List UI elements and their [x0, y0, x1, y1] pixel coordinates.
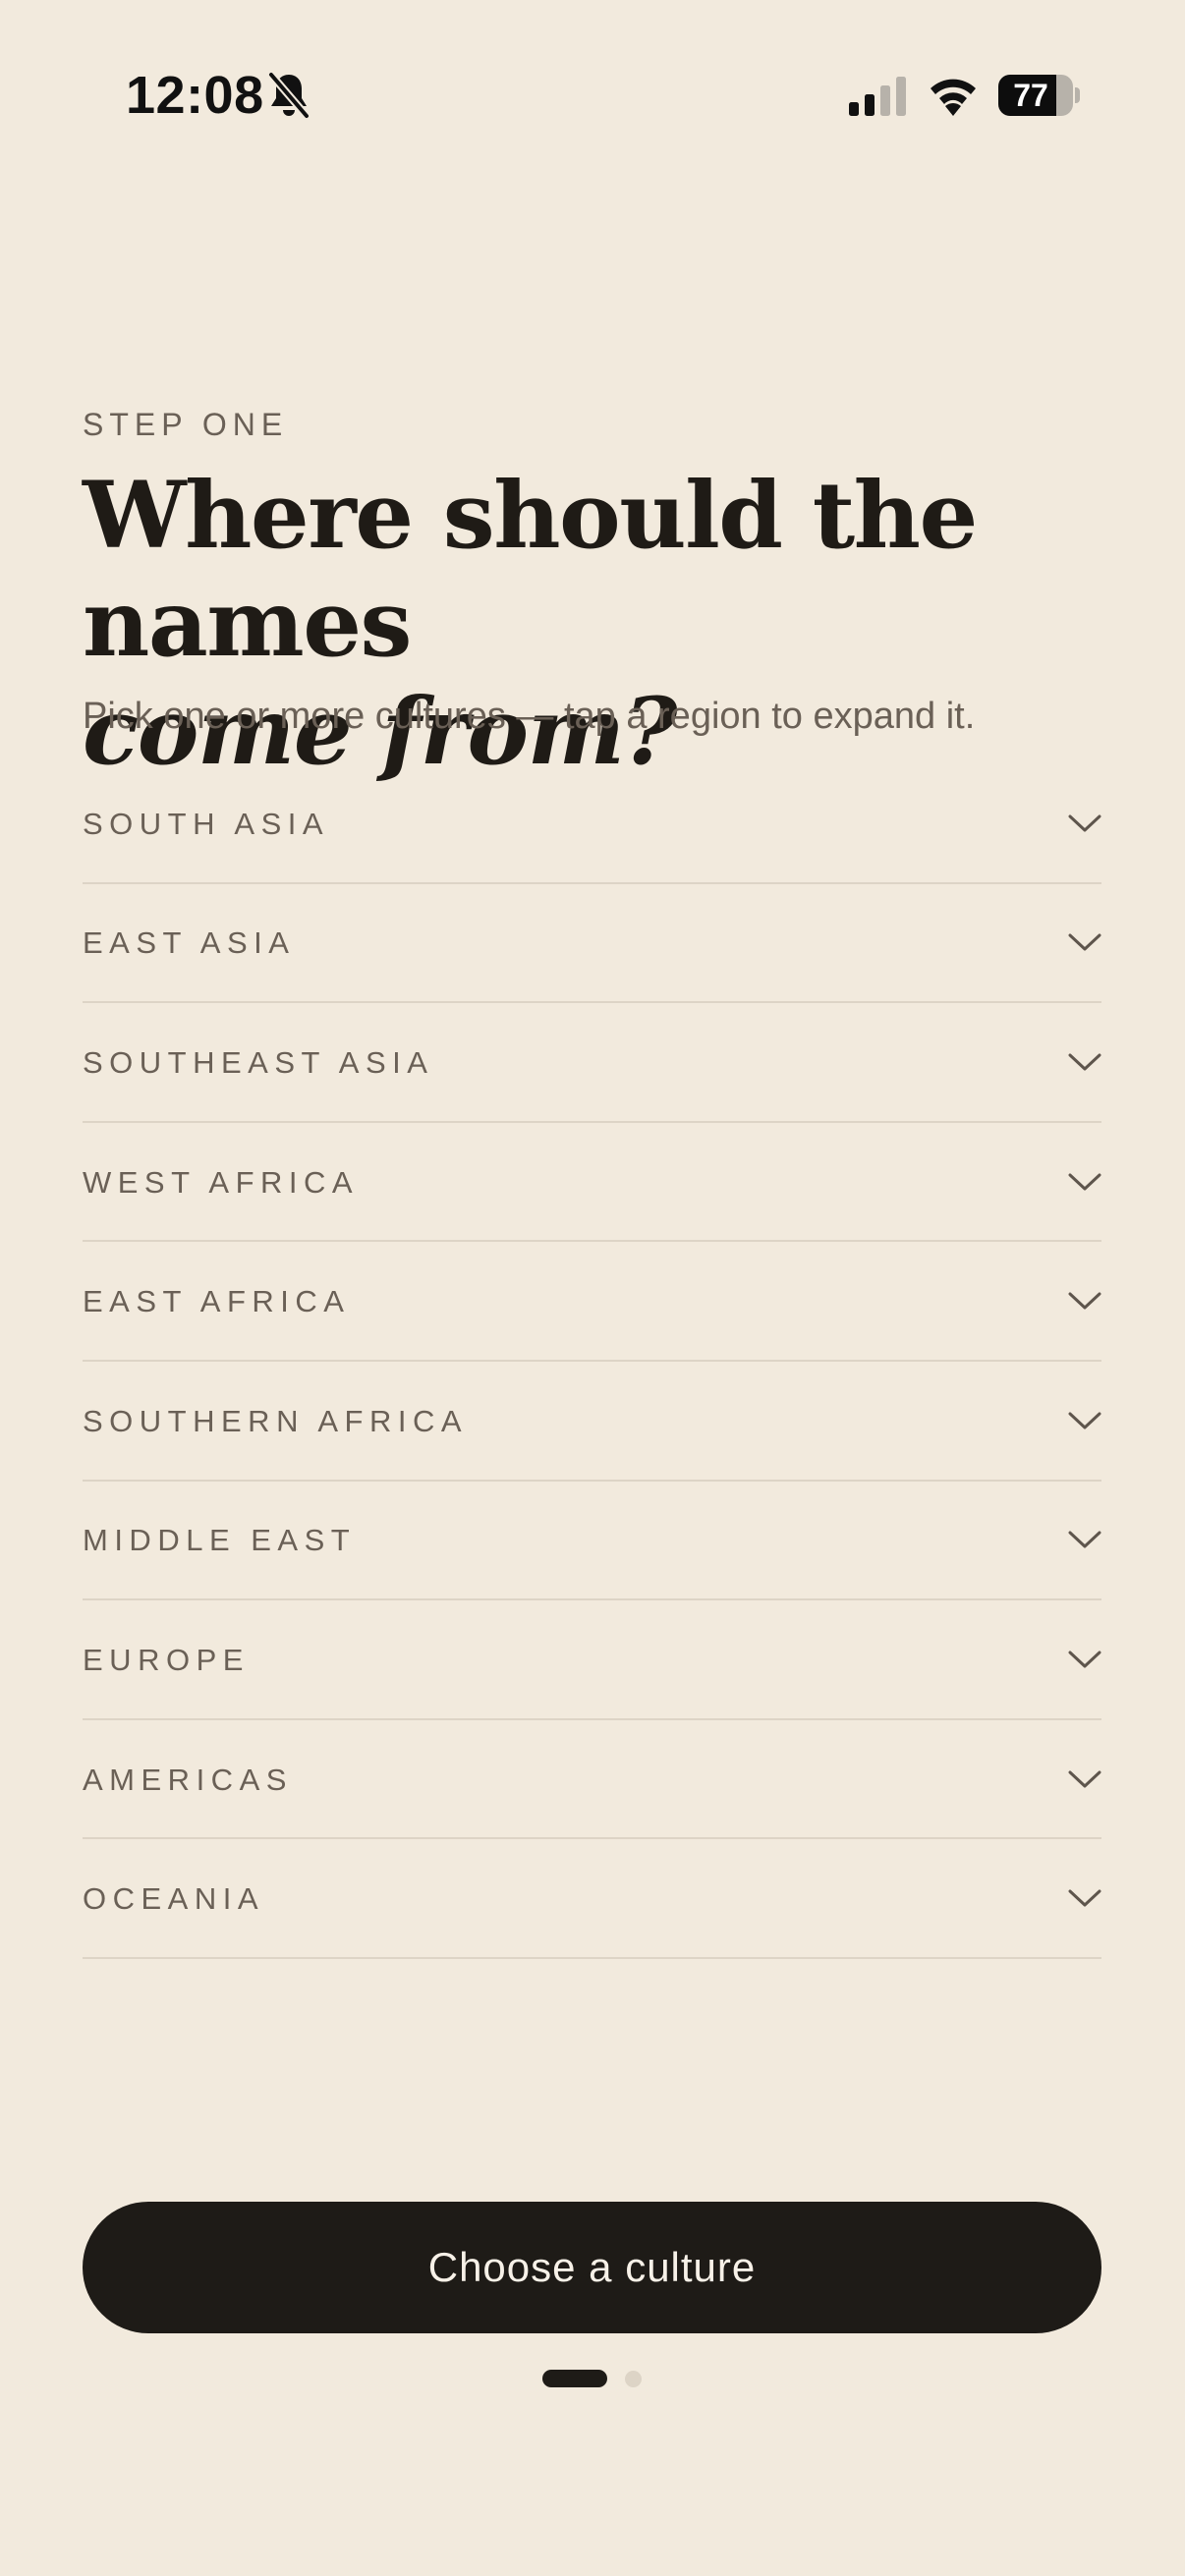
region-row-southeast-asia[interactable]: SOUTHEAST ASIA — [83, 1003, 1101, 1123]
page-indicator — [0, 2370, 1185, 2389]
status-time: 12:08 — [126, 66, 264, 125]
chevron-down-icon — [1068, 1531, 1101, 1548]
cellular-signal-icon — [849, 77, 906, 116]
chevron-down-icon — [1068, 1053, 1101, 1071]
chevron-down-icon — [1068, 1412, 1101, 1429]
region-label: EAST ASIA — [83, 925, 296, 961]
region-label: SOUTH ASIA — [83, 806, 330, 841]
chevron-down-icon — [1068, 1770, 1101, 1788]
region-row-west-africa[interactable]: WEST AFRICA — [83, 1123, 1101, 1243]
chevron-down-icon — [1068, 1173, 1101, 1191]
chevron-down-icon — [1068, 814, 1101, 832]
region-label: SOUTHEAST ASIA — [83, 1044, 434, 1080]
region-row-east-asia[interactable]: EAST ASIA — [83, 884, 1101, 1004]
choose-culture-button[interactable]: Choose a culture — [83, 2202, 1101, 2333]
page-dot-inactive — [625, 2371, 642, 2387]
region-label: AMERICAS — [83, 1762, 293, 1797]
region-label: EUROPE — [83, 1642, 250, 1677]
subtitle: Pick one or more cultures — tap a region… — [83, 696, 976, 737]
bell-slash-icon — [267, 71, 310, 120]
region-label: WEST AFRICA — [83, 1164, 360, 1200]
chevron-down-icon — [1068, 933, 1101, 951]
region-label: MIDDLE EAST — [83, 1523, 357, 1558]
region-label: SOUTHERN AFRICA — [83, 1403, 469, 1438]
battery-icon: 77 — [998, 75, 1080, 116]
wifi-icon — [931, 79, 976, 116]
chevron-down-icon — [1068, 1292, 1101, 1310]
region-row-europe[interactable]: EUROPE — [83, 1600, 1101, 1720]
region-label: EAST AFRICA — [83, 1284, 351, 1319]
region-list: SOUTH ASIA EAST ASIA SOUTHEAST ASIA WEST… — [83, 764, 1101, 1959]
region-row-south-asia[interactable]: SOUTH ASIA — [83, 764, 1101, 884]
status-bar: 12:08 77 — [0, 0, 1185, 196]
step-label: STEP ONE — [83, 407, 289, 442]
region-row-southern-africa[interactable]: SOUTHERN AFRICA — [83, 1362, 1101, 1482]
region-row-east-africa[interactable]: EAST AFRICA — [83, 1242, 1101, 1362]
region-row-americas[interactable]: AMERICAS — [83, 1720, 1101, 1840]
title-line-1: Where should the names — [83, 462, 978, 678]
region-row-oceania[interactable]: OCEANIA — [83, 1839, 1101, 1959]
chevron-down-icon — [1068, 1651, 1101, 1668]
battery-level: 77 — [1013, 78, 1048, 113]
region-row-middle-east[interactable]: MIDDLE EAST — [83, 1482, 1101, 1601]
chevron-down-icon — [1068, 1889, 1101, 1907]
page-dot-active — [542, 2370, 607, 2387]
region-label: OCEANIA — [83, 1881, 265, 1917]
